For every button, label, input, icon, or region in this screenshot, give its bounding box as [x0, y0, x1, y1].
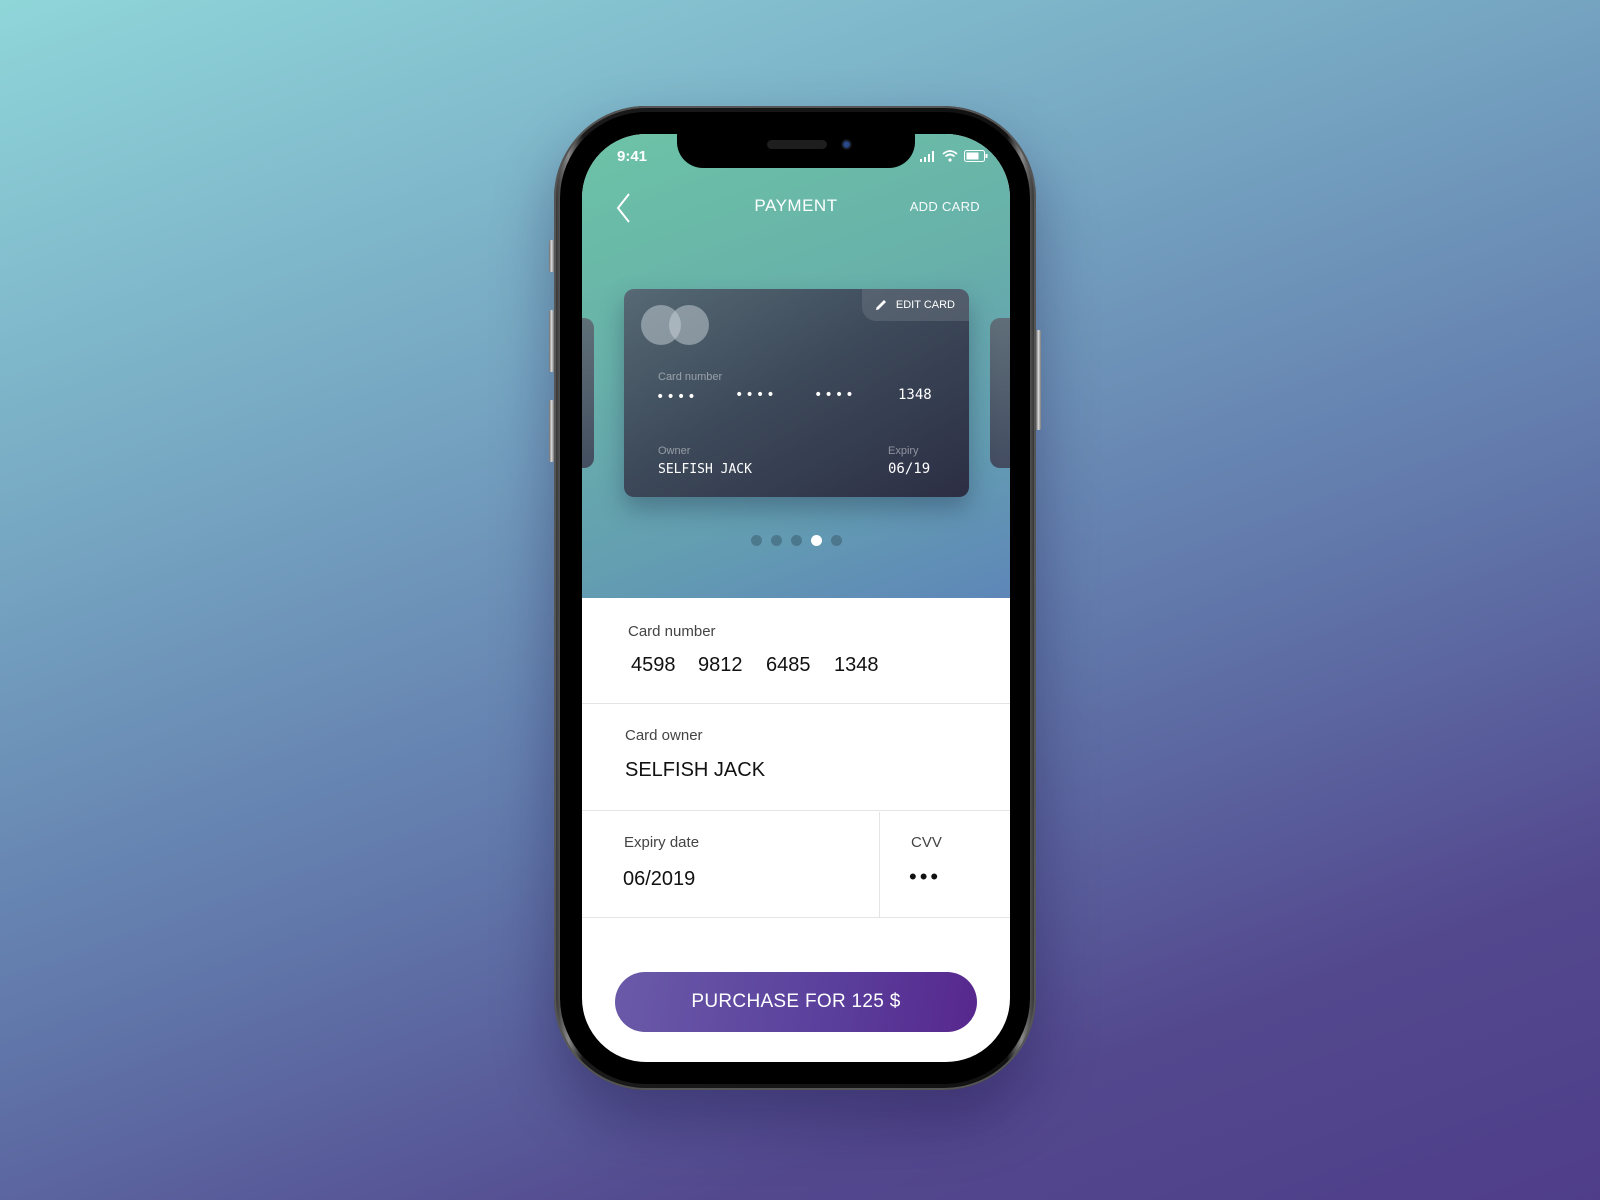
pencil-icon	[875, 300, 886, 310]
cvv-label: CVV	[911, 834, 942, 851]
card-owner: SELFISH JACK	[658, 462, 752, 477]
card-number-label: Card number	[658, 371, 723, 383]
card-number-group-4: 1348	[834, 654, 879, 676]
mastercard-logo-icon	[641, 305, 711, 345]
credit-card[interactable]: EDIT CARD Card number •••• •••• •••• 134…	[624, 289, 969, 497]
status-icons	[920, 150, 988, 162]
next-card-peek[interactable]	[990, 318, 1010, 468]
phone-screen: 9:41 PAYMENT ADD CARD EDIT CARD Card num…	[582, 134, 1010, 1062]
card-last4: 1348	[898, 387, 932, 403]
expiry-date-label: Expiry date	[624, 834, 700, 851]
card-owner-field[interactable]: Card owner SELFISH JACK	[582, 705, 1010, 811]
expiry-date-field[interactable]: Expiry date 06/2019	[582, 812, 880, 917]
carousel-dot[interactable]	[810, 535, 822, 546]
card-owner-value: SELFISH JACK	[625, 759, 766, 781]
card-number-group-2: 9812	[698, 654, 743, 676]
cvv-field[interactable]: CVV •••	[881, 812, 1010, 917]
carousel-pagination	[582, 535, 1010, 546]
card-expiry: 06/19	[888, 461, 931, 477]
masked-group-3: ••••	[814, 387, 856, 403]
carousel-dot[interactable]	[750, 535, 762, 546]
card-owner-field-label: Card owner	[625, 727, 703, 744]
add-card-button[interactable]: ADD CARD	[910, 199, 980, 214]
card-carousel-header: 9:41 PAYMENT ADD CARD EDIT CARD Card num…	[582, 134, 1010, 598]
silent-switch	[549, 240, 554, 272]
carousel-dot[interactable]	[830, 535, 842, 546]
edit-card-button[interactable]: EDIT CARD	[861, 289, 969, 321]
volume-down-button	[549, 400, 554, 462]
owner-label: Owner	[658, 445, 691, 457]
card-number-field[interactable]: Card number 4598 9812 6485 1348	[582, 598, 1010, 704]
notch	[677, 134, 915, 168]
previous-card-peek[interactable]	[582, 318, 594, 468]
speaker	[767, 140, 827, 149]
carousel-dot[interactable]	[770, 535, 782, 546]
card-number-field-label: Card number	[628, 623, 716, 640]
masked-group-1: ••••	[656, 389, 698, 405]
expiry-date-value: 06/2019	[623, 868, 696, 890]
camera-icon	[841, 139, 852, 150]
edit-card-label: EDIT CARD	[895, 299, 955, 311]
signal-icon	[920, 150, 934, 162]
cvv-value: •••	[909, 864, 942, 889]
volume-up-button	[549, 310, 554, 372]
power-button	[1036, 330, 1041, 430]
expiry-cvv-row: Expiry date 06/2019 CVV •••	[582, 812, 1010, 918]
battery-icon	[964, 150, 988, 162]
wifi-icon	[942, 150, 958, 162]
card-number-group-1: 4598	[631, 654, 676, 676]
card-number-group-3: 6485	[766, 654, 811, 676]
purchase-button[interactable]: PURCHASE FOR 125 $	[615, 972, 977, 1032]
status-time: 9:41	[617, 148, 648, 165]
expiry-label: Expiry	[888, 445, 919, 457]
masked-group-2: ••••	[735, 387, 777, 403]
carousel-dot[interactable]	[790, 535, 802, 546]
